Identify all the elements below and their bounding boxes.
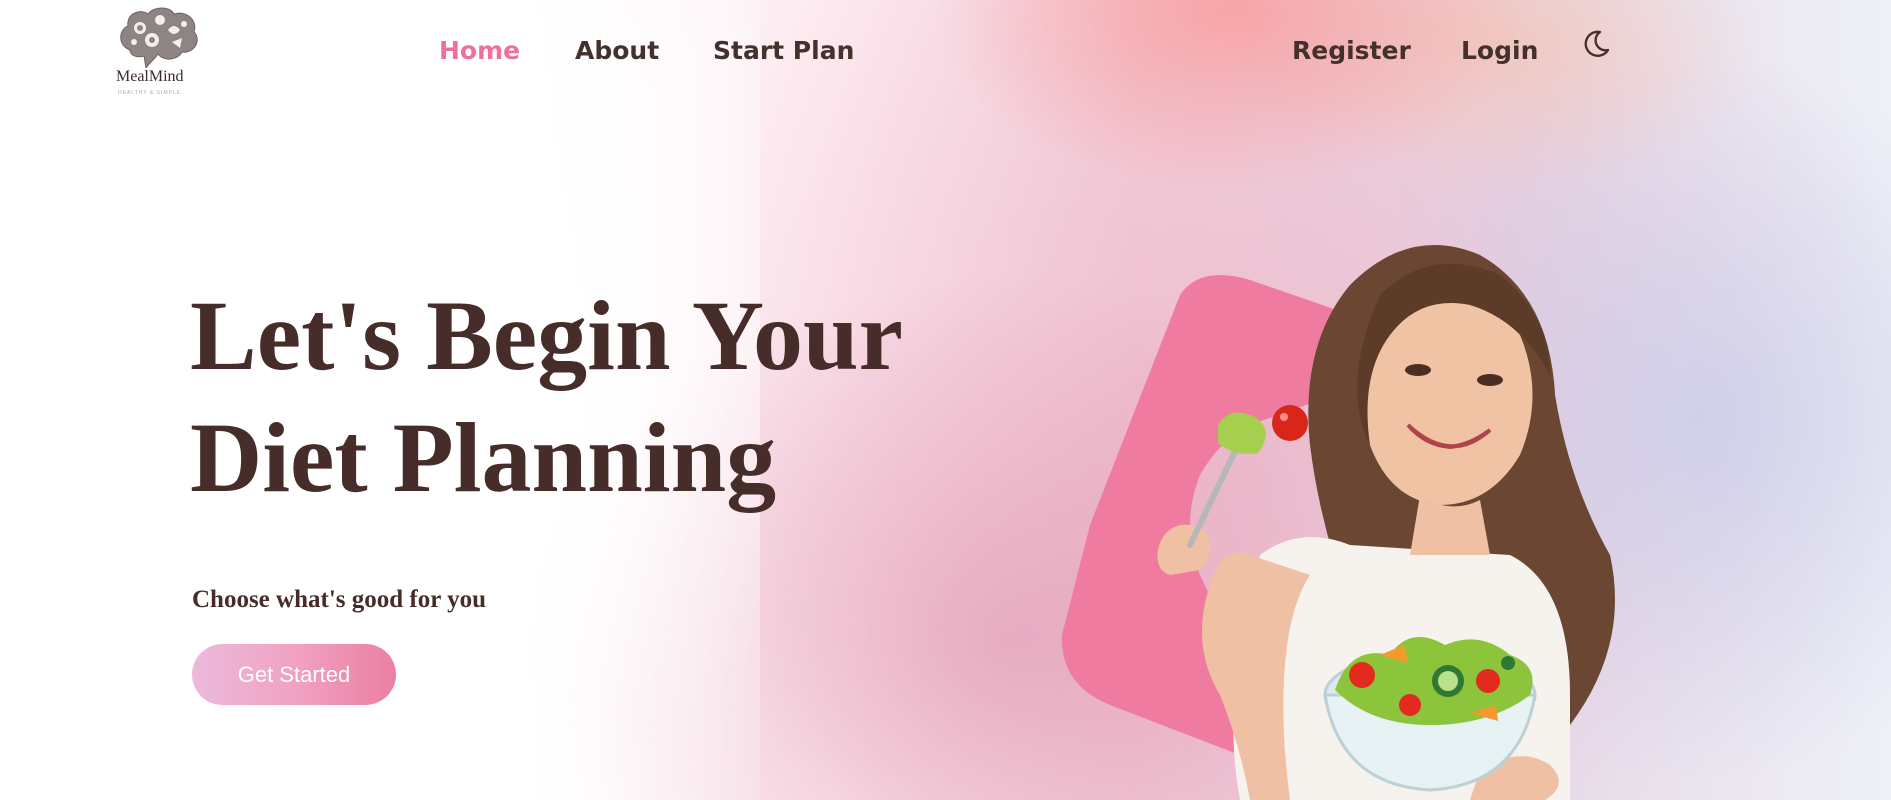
brain-food-icon <box>120 7 198 68</box>
moon-icon[interactable] <box>1580 28 1612 60</box>
hero-title-line-1: Let's Begin Your <box>190 280 903 391</box>
nav-link-login[interactable]: Login <box>1461 36 1538 65</box>
hero-subtitle: Choose what's good for you <box>192 586 487 613</box>
brand-tagline: HEALTHY & SIMPLE <box>118 90 182 96</box>
brand-logo[interactable]: MealMind HEALTHY & SIMPLE <box>112 6 202 98</box>
get-started-button[interactable]: Get Started <box>192 644 396 705</box>
hero-title: Let's Begin Your Diet Planning <box>190 275 903 519</box>
nav-link-start-plan[interactable]: Start Plan <box>713 36 854 65</box>
brand-name: MealMind <box>116 68 184 85</box>
hero-image <box>1050 225 1650 800</box>
nav-link-about[interactable]: About <box>575 36 659 65</box>
nav-link-home[interactable]: Home <box>439 36 520 65</box>
nav-link-register[interactable]: Register <box>1292 36 1411 65</box>
hero-title-line-2: Diet Planning <box>190 402 777 513</box>
